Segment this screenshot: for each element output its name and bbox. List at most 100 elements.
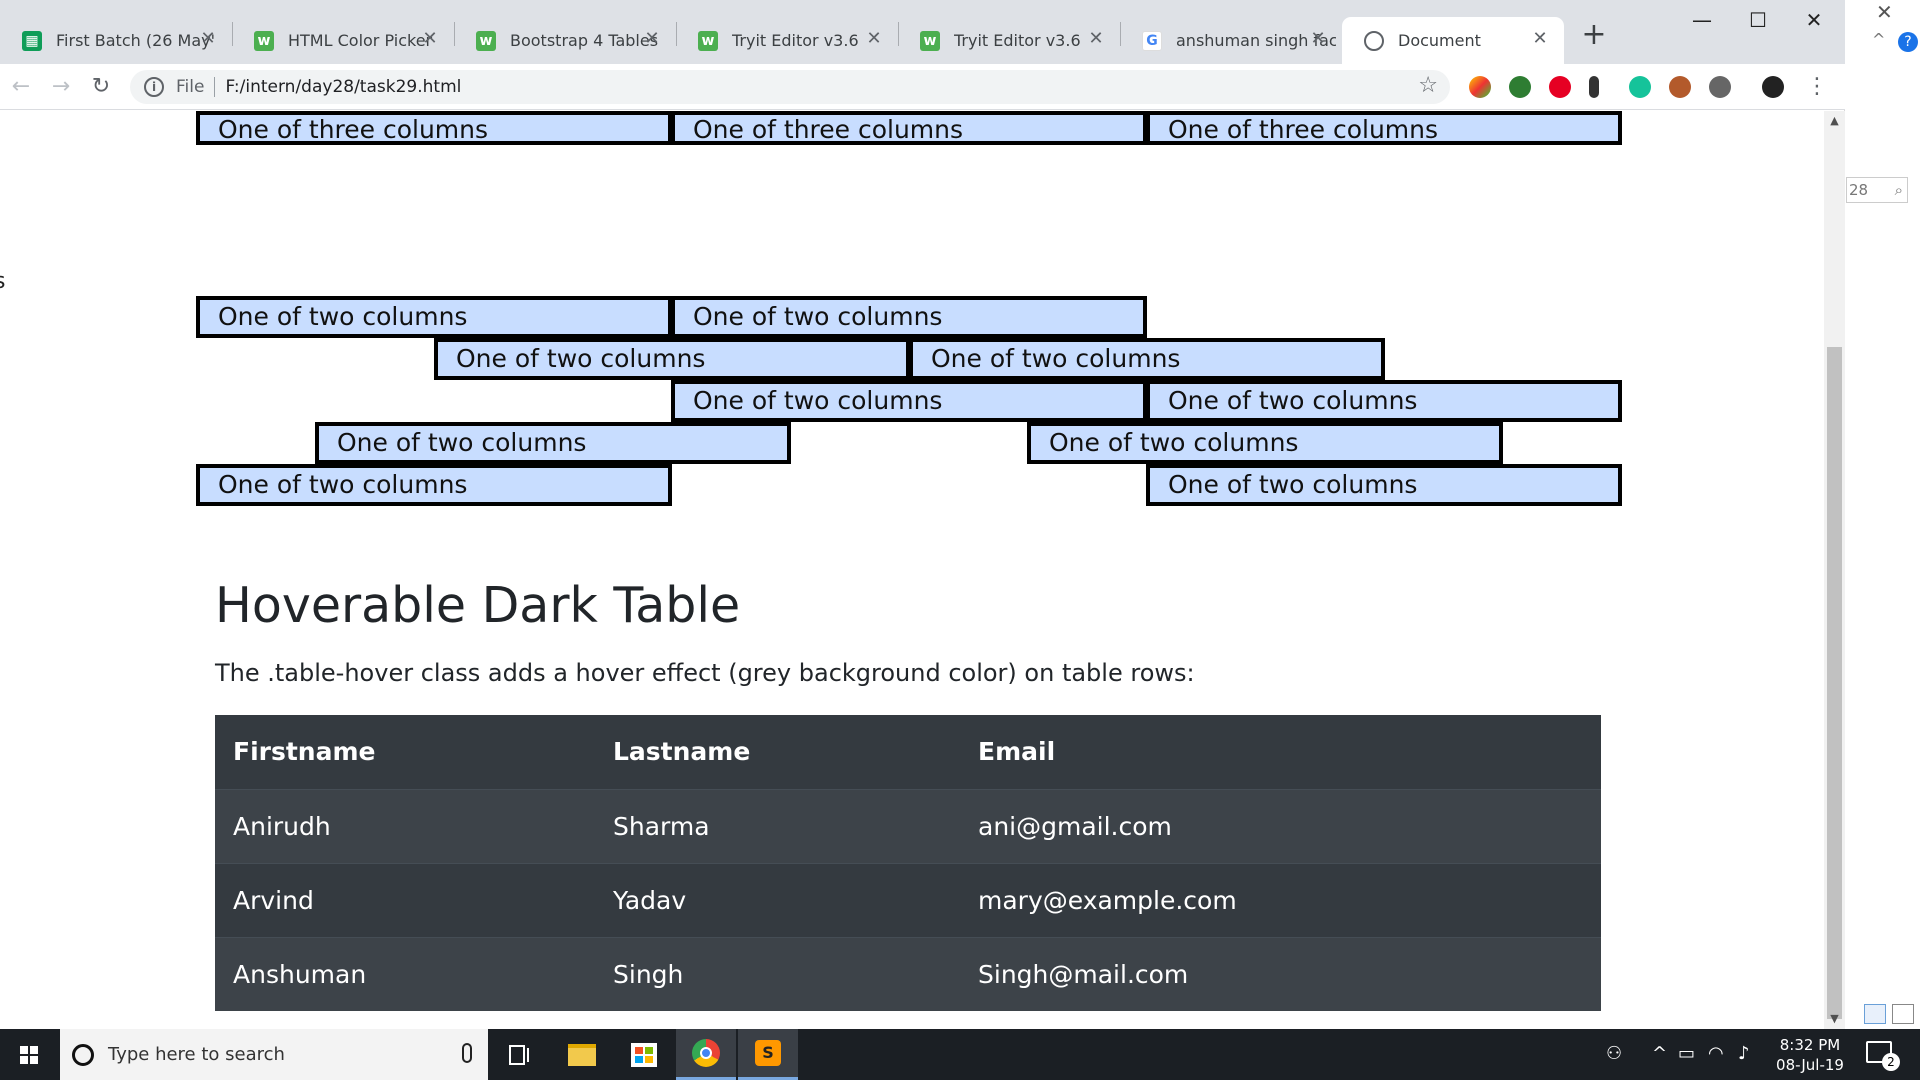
- taskbar: Type here to search S ⚇ ^ ▭ ◠ ♪ 8:32 PM: [0, 1029, 1920, 1080]
- table-cell: mary@example.com: [960, 862, 1601, 937]
- grammarly-icon[interactable]: [1629, 76, 1651, 98]
- table-cell: Singh@mail.com: [960, 936, 1601, 1011]
- close-icon[interactable]: ✕: [196, 27, 220, 51]
- maximize-button[interactable]: ☐: [1730, 0, 1786, 40]
- browser-toolbar: ← → ↻ i File F:/intern/day28/task29.html…: [0, 64, 1845, 110]
- tab-first-batch[interactable]: ▦ First Batch (26 May'19 ✕: [0, 17, 232, 64]
- close-icon[interactable]: ✕: [1306, 27, 1330, 51]
- scroll-down-arrow-icon[interactable]: ▼: [1824, 1009, 1845, 1029]
- sheets-icon: ▦: [22, 30, 42, 51]
- tab-tryit-editor-1[interactable]: w Tryit Editor v3.6 ✕: [676, 17, 898, 64]
- chrome-button[interactable]: [676, 1029, 736, 1080]
- tab-bootstrap-tables[interactable]: w Bootstrap 4 Tables ✕: [454, 17, 676, 64]
- microphone-icon[interactable]: [462, 1043, 472, 1063]
- view-icon[interactable]: [1892, 1004, 1914, 1024]
- tab-tryit-editor-2[interactable]: w Tryit Editor v3.6 ✕: [898, 17, 1120, 64]
- tab-html-color-picker[interactable]: w HTML Color Picker ✕: [232, 17, 454, 64]
- close-window-button[interactable]: ✕: [1786, 0, 1842, 40]
- table-cell: Anshuman: [215, 936, 595, 1011]
- avatar[interactable]: [1762, 76, 1784, 98]
- close-icon[interactable]: ✕: [1528, 27, 1552, 51]
- table-cell: Singh: [595, 936, 960, 1011]
- url-text[interactable]: F:/intern/day28/task29.html: [225, 77, 461, 97]
- table-cell: Sharma: [595, 788, 960, 863]
- three-column-cell: One of three columns: [671, 111, 1147, 145]
- chevron-up-icon[interactable]: ^: [1652, 1043, 1667, 1064]
- info-icon[interactable]: i: [144, 77, 164, 97]
- extension-icon[interactable]: [1709, 76, 1731, 98]
- two-column-cell: One of two columns: [196, 296, 672, 338]
- wifi-icon[interactable]: ◠: [1708, 1043, 1724, 1064]
- two-column-cell: One of two columns: [1146, 464, 1622, 506]
- tab-document[interactable]: Document ✕: [1342, 17, 1564, 64]
- help-icon[interactable]: ?: [1898, 32, 1918, 52]
- w3schools-icon: w: [254, 30, 274, 51]
- scroll-up-arrow-icon[interactable]: ▲: [1824, 111, 1845, 131]
- two-column-cell: One of two columns: [1027, 422, 1503, 464]
- taskbar-clock[interactable]: 8:32 PM 08-Jul-19: [1768, 1035, 1852, 1075]
- tab-google-search[interactable]: G anshuman singh face ✕: [1120, 17, 1342, 64]
- close-icon[interactable]: ✕: [1876, 0, 1893, 24]
- people-icon[interactable]: ⚇: [1606, 1043, 1622, 1064]
- w3schools-icon: w: [920, 30, 940, 51]
- bookmark-star-icon[interactable]: ☆: [1418, 73, 1438, 98]
- minimize-button[interactable]: —: [1674, 0, 1730, 40]
- chrome-icon: [692, 1039, 720, 1067]
- page-viewport: One of three columns One of three column…: [0, 111, 1824, 1029]
- scheme-label: File: [176, 77, 205, 97]
- table-cell: Arvind: [215, 862, 595, 937]
- volume-icon[interactable]: ♪: [1738, 1043, 1750, 1064]
- back-button[interactable]: ←: [4, 70, 38, 104]
- table-row[interactable]: Anshuman Singh Singh@mail.com: [215, 936, 1601, 1011]
- task-view-icon: [509, 1044, 529, 1065]
- two-column-cell: One of two columns: [671, 296, 1147, 338]
- close-icon[interactable]: ✕: [640, 27, 664, 51]
- extension-icon[interactable]: [1469, 76, 1491, 98]
- cortana-icon: [72, 1043, 94, 1066]
- tab-strip: ▦ First Batch (26 May'19 ✕ w HTML Color …: [0, 0, 1845, 64]
- search-input[interactable]: 28 ⌕: [1846, 177, 1908, 203]
- notification-icon[interactable]: 2: [1866, 1041, 1900, 1071]
- search-icon[interactable]: ⌕: [1895, 178, 1903, 202]
- close-icon[interactable]: ✕: [862, 27, 886, 51]
- three-column-cell: One of three columns: [196, 111, 672, 145]
- table-row[interactable]: Arvind Yadav mary@example.com: [215, 862, 1601, 937]
- menu-icon[interactable]: ⋮: [1802, 72, 1832, 102]
- table-cell: Yadav: [595, 862, 960, 937]
- table-cell: ani@gmail.com: [960, 788, 1601, 863]
- sublime-text-button[interactable]: S: [738, 1029, 798, 1080]
- key-icon[interactable]: [1589, 76, 1599, 98]
- task-view-button[interactable]: [490, 1029, 550, 1080]
- clock-date: 08-Jul-19: [1776, 1056, 1844, 1074]
- two-column-cell: One of two columns: [434, 338, 910, 380]
- table-row[interactable]: Anirudh Sharma ani@gmail.com: [215, 788, 1601, 863]
- extension-icon[interactable]: [1669, 76, 1691, 98]
- search-value: 28: [1849, 181, 1869, 199]
- close-icon[interactable]: ✕: [418, 27, 442, 51]
- address-bar[interactable]: i File F:/intern/day28/task29.html ☆: [130, 70, 1450, 104]
- battery-icon[interactable]: ▭: [1678, 1043, 1695, 1064]
- chevron-up-icon[interactable]: ^: [1872, 30, 1885, 49]
- extension-icon[interactable]: [1509, 76, 1531, 98]
- reload-button[interactable]: ↻: [84, 70, 118, 104]
- close-icon[interactable]: ✕: [1084, 27, 1108, 51]
- two-column-cell: One of two columns: [1146, 380, 1622, 422]
- folder-icon: [568, 1043, 596, 1066]
- vertical-scrollbar[interactable]: ▲ ▼: [1824, 111, 1845, 1029]
- taskbar-search[interactable]: Type here to search: [60, 1029, 488, 1080]
- column-header-firstname: Firstname: [215, 715, 595, 790]
- notification-badge: 2: [1882, 1053, 1900, 1071]
- two-column-cell: One of two columns: [315, 422, 791, 464]
- scrollbar-thumb[interactable]: [1827, 347, 1842, 1019]
- search-placeholder: Type here to search: [108, 1044, 285, 1065]
- table-cell: Anirudh: [215, 788, 595, 863]
- browser-window: ▦ First Batch (26 May'19 ✕ w HTML Color …: [0, 0, 1845, 1029]
- forward-button[interactable]: →: [44, 70, 78, 104]
- file-explorer-button[interactable]: [552, 1029, 612, 1080]
- view-icon[interactable]: [1864, 1004, 1886, 1024]
- start-button[interactable]: [0, 1029, 60, 1080]
- new-tab-button[interactable]: +: [1576, 17, 1612, 53]
- divider: [214, 77, 216, 97]
- pinterest-icon[interactable]: [1549, 76, 1571, 98]
- store-button[interactable]: [614, 1029, 674, 1080]
